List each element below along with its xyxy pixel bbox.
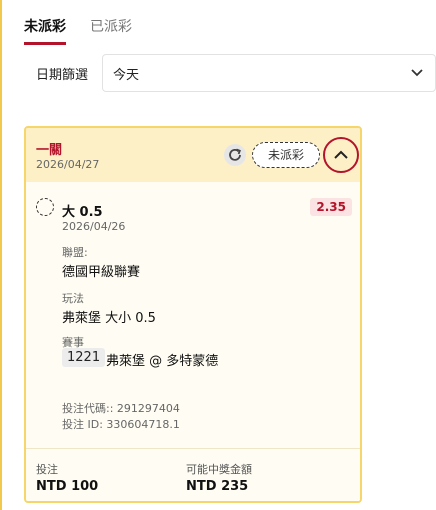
market-value: 弗萊堡 大小 0.5 <box>62 311 156 326</box>
payout-label: 可能中獎金額 <box>186 463 252 476</box>
bet-code: 投注代碼:: 291297404 <box>62 402 180 415</box>
tab-bar: 未派彩 已派彩 <box>24 16 132 45</box>
date-filter-row: 日期篩選 今天 <box>36 54 436 92</box>
payout-value: NTD 235 <box>186 479 249 494</box>
chevron-down-icon <box>409 64 425 84</box>
bet-card-header: 一關 2026/04/27 未派彩 <box>26 128 360 182</box>
event-id: 1221 <box>62 348 106 367</box>
bet-id: 投注 ID: 330604718.1 <box>62 418 180 431</box>
refresh-button[interactable] <box>224 144 246 166</box>
status-badge: 未派彩 <box>252 142 320 168</box>
stake-value: NTD 100 <box>36 479 99 494</box>
market-label: 玩法 <box>62 292 84 305</box>
bet-card-footer: 投注 NTD 100 可能中獎金額 NTD 235 <box>26 448 360 501</box>
bet-card-body: 大 0.5 2026/04/26 2.35 聯盟: 德國甲級聯賽 玩法 弗萊堡 … <box>26 182 360 448</box>
selection-date: 2026/04/26 <box>62 220 126 233</box>
bet-type-title: 一關 <box>36 143 63 158</box>
tab-settled[interactable]: 已派彩 <box>90 16 132 45</box>
odds-badge: 2.35 <box>310 198 352 216</box>
event-name: 弗萊堡 @ 多特蒙德 <box>106 354 219 369</box>
league-value: 德國甲級聯賽 <box>62 265 141 280</box>
date-filter-value: 今天 <box>113 67 140 83</box>
stake-label: 投注 <box>36 463 58 476</box>
bet-card-date: 2026/04/27 <box>36 158 100 171</box>
league-label: 聯盟: <box>62 246 88 259</box>
tab-unsettled[interactable]: 未派彩 <box>24 16 66 45</box>
date-filter-select[interactable]: 今天 <box>102 54 436 92</box>
bet-history-panel: 未派彩 已派彩 日期篩選 今天 一關 2026/04/27 未派彩 大 0.5 … <box>0 0 436 510</box>
selection-radio[interactable] <box>36 198 54 216</box>
selection-name: 大 0.5 <box>62 205 103 220</box>
collapse-button[interactable] <box>323 137 359 173</box>
date-filter-label: 日期篩選 <box>36 67 89 83</box>
bet-card: 一關 2026/04/27 未派彩 大 0.5 2026/04/26 2.35 … <box>24 126 362 503</box>
